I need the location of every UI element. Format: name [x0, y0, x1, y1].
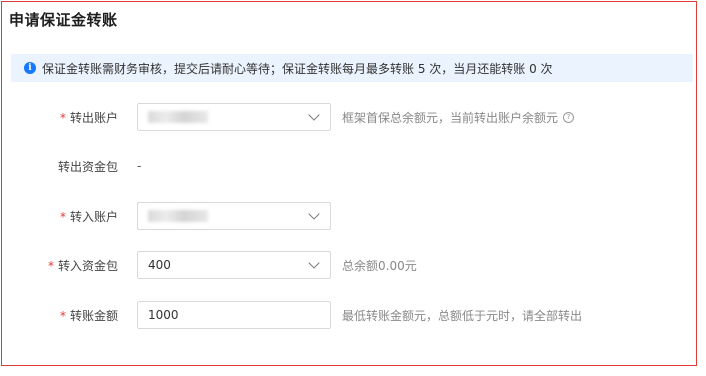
chevron-down-icon	[308, 257, 320, 269]
transfer-amount-label: * 转账金额	[59, 308, 118, 323]
transfer-out-fund-package-label: 转出资金包	[57, 159, 118, 174]
masked-account-value	[148, 210, 208, 222]
transfer-out-account-hint: 框架首保总余额元，当前转出账户余额元 ?	[342, 109, 575, 126]
required-mark: *	[59, 209, 66, 224]
transfer-in-account-row: * 转入账户	[0, 201, 706, 231]
transfer-amount-input[interactable]: 1000	[137, 301, 331, 329]
transfer-amount-value: 1000	[148, 308, 179, 322]
page-title: 申请保证金转账	[9, 11, 118, 29]
transfer-amount-hint: 最低转账金额元，总额低于元时，请全部转出	[342, 308, 583, 323]
info-icon: i	[24, 62, 36, 74]
info-notice: i 保证金转账需财务审核，提交后请耐心等待；保证金转账每月最多转账 5 次，当月…	[11, 54, 693, 82]
transfer-in-fund-package-hint: 总余额0.00元	[342, 258, 417, 273]
transfer-out-fund-package-row: 转出资金包 -	[0, 151, 706, 181]
notice-text: 保证金转账需财务审核，提交后请耐心等待；保证金转账每月最多转账 5 次，当月还能…	[42, 61, 553, 76]
transfer-in-fund-package-label: * 转入资金包	[47, 258, 118, 273]
chevron-down-icon	[308, 109, 320, 121]
required-mark: *	[59, 110, 66, 125]
transfer-amount-row: * 转账金额 1000 最低转账金额元，总额低于元时，请全部转出	[0, 300, 706, 330]
chevron-down-icon	[308, 208, 320, 220]
required-mark: *	[59, 308, 66, 323]
transfer-out-fund-package-value: -	[137, 159, 142, 173]
transfer-in-account-label: * 转入账户	[59, 209, 118, 224]
question-icon[interactable]: ?	[563, 111, 575, 123]
transfer-in-account-select[interactable]	[137, 202, 331, 230]
transfer-in-fund-package-select[interactable]: 400	[137, 251, 331, 279]
masked-account-value	[148, 111, 208, 123]
transfer-out-account-select[interactable]	[137, 103, 331, 131]
transfer-in-fund-package-value: 400	[148, 258, 171, 272]
transfer-out-account-label: * 转出账户	[59, 110, 118, 125]
transfer-out-account-row: * 转出账户 框架首保总余额元，当前转出账户余额元 ?	[0, 102, 706, 132]
transfer-in-fund-package-row: * 转入资金包 400 总余额0.00元	[0, 250, 706, 280]
required-mark: *	[47, 258, 54, 273]
